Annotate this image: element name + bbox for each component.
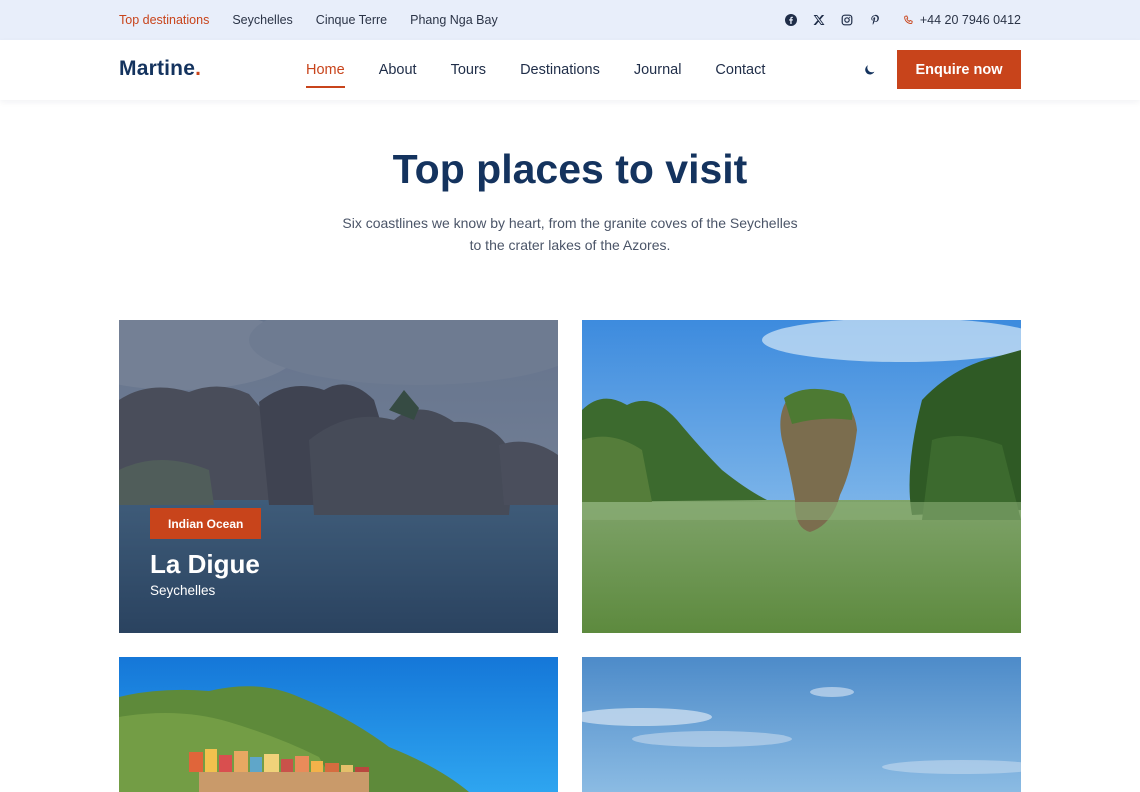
destination-card-2[interactable]: [582, 320, 1021, 633]
top-link-phang-nga-bay[interactable]: Phang Nga Bay: [410, 13, 498, 27]
nav-home[interactable]: Home: [306, 58, 345, 88]
destination-card-4[interactable]: [582, 657, 1021, 792]
top-bar: Top destinations Seychelles Cinque Terre…: [0, 0, 1140, 40]
phone-number: +44 20 7946 0412: [919, 13, 1021, 27]
site-logo[interactable]: Martine.: [119, 57, 201, 81]
open-sea-image: [582, 657, 1021, 792]
top-destination-links: Top destinations Seychelles Cinque Terre…: [119, 0, 498, 40]
top-link-seychelles[interactable]: Seychelles: [232, 13, 292, 27]
x-icon[interactable]: [813, 14, 825, 26]
enquire-now-button[interactable]: Enquire now: [897, 50, 1021, 89]
facebook-icon[interactable]: [784, 14, 797, 26]
section-subtitle: Six coastlines we know by heart, from th…: [342, 215, 798, 253]
social-links: [784, 14, 881, 26]
section-title: Top places to visit: [392, 146, 748, 192]
karst-bay-image: [582, 320, 1021, 633]
main-header: Martine. Home About Tours Destinations J…: [0, 40, 1140, 100]
main-nav: Home About Tours Destinations Journal Co…: [306, 40, 765, 100]
moon-icon[interactable]: [863, 63, 877, 77]
top-link-cinque-terre[interactable]: Cinque Terre: [316, 13, 387, 27]
phone-icon: [904, 15, 913, 24]
logo-dot: .: [195, 57, 202, 80]
nav-about[interactable]: About: [379, 58, 417, 82]
destination-title: La Digue: [150, 549, 260, 579]
nav-contact[interactable]: Contact: [715, 58, 765, 82]
pinterest-icon[interactable]: [869, 14, 881, 26]
coastal-village-image: [119, 657, 558, 792]
logo-text: Martine: [119, 57, 196, 80]
region-badge: Indian Ocean: [150, 508, 262, 539]
nav-destinations[interactable]: Destinations: [520, 58, 600, 82]
destination-card-la-digue[interactable]: Indian Ocean La Digue Seychelles: [119, 320, 558, 633]
phone-link[interactable]: +44 20 7946 0412: [903, 13, 1021, 27]
nav-tours[interactable]: Tours: [451, 58, 486, 82]
nav-journal[interactable]: Journal: [634, 58, 682, 82]
top-link-top-destinations[interactable]: Top destinations: [119, 13, 209, 27]
destination-card-3[interactable]: [119, 657, 558, 792]
instagram-icon[interactable]: [841, 14, 853, 26]
destination-country: Seychelles: [150, 583, 216, 598]
